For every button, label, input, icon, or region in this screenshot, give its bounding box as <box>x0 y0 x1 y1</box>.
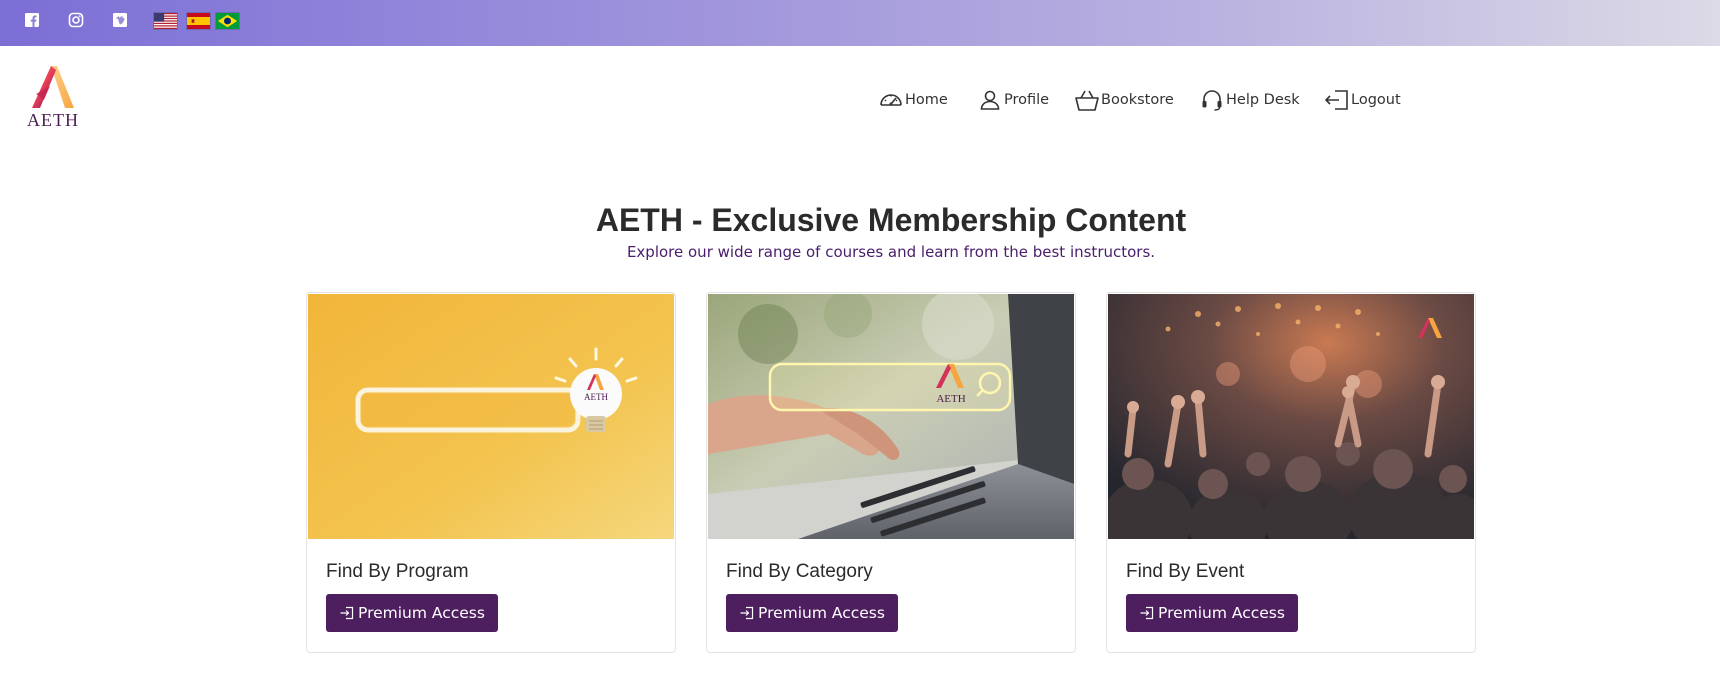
top-bar <box>0 0 1720 46</box>
nav-help-desk[interactable]: Help Desk <box>1199 86 1300 114</box>
logout-icon <box>1325 90 1348 110</box>
premium-access-label: Premium Access <box>1158 604 1285 622</box>
nav-profile[interactable]: Profile <box>977 86 1049 114</box>
flag-us-icon[interactable] <box>153 12 178 30</box>
premium-access-label: Premium Access <box>358 604 485 622</box>
nav-logout-label: Logout <box>1351 92 1401 108</box>
card-find-by-category: AETH Find By Category Premium Access <box>706 292 1076 653</box>
basket-icon <box>1075 90 1099 111</box>
card-title: Find By Category <box>726 561 873 582</box>
program-image-caption: AETH <box>584 392 608 402</box>
card-program-image: AETH <box>308 294 674 539</box>
facebook-icon[interactable] <box>24 12 40 28</box>
logo-wordmark: AETH <box>27 110 79 130</box>
flag-es-icon[interactable] <box>186 12 211 30</box>
page-title: AETH - Exclusive Membership Content <box>595 202 1187 238</box>
login-icon <box>340 606 354 620</box>
site-header: AETH Home Profile Bookstore Help Desk Lo… <box>0 46 1720 154</box>
card-category-image: AETH <box>708 294 1074 539</box>
person-icon <box>980 90 1000 110</box>
category-image-caption: AETH <box>936 393 965 405</box>
vimeo-icon[interactable] <box>112 12 128 28</box>
card-title: Find By Program <box>326 561 469 582</box>
headset-icon <box>1202 90 1222 111</box>
flag-br-icon[interactable] <box>215 12 240 30</box>
nav-help-desk-label: Help Desk <box>1226 92 1300 108</box>
nav-home[interactable]: Home <box>878 86 948 114</box>
login-icon <box>740 606 754 620</box>
nav-logout[interactable]: Logout <box>1324 86 1401 114</box>
premium-access-button[interactable]: Premium Access <box>726 594 898 632</box>
card-find-by-program: AETH Find By Program Premium Access <box>306 292 676 653</box>
card-event-image <box>1108 294 1474 539</box>
nav-home-label: Home <box>905 92 948 108</box>
premium-access-button[interactable]: Premium Access <box>326 594 498 632</box>
page-subtitle: Explore our wide range of courses and le… <box>626 243 1156 261</box>
card-title: Find By Event <box>1126 561 1245 582</box>
card-find-by-event: Find By Event Premium Access <box>1106 292 1476 653</box>
instagram-icon[interactable] <box>68 12 84 28</box>
login-icon <box>1140 606 1154 620</box>
speedometer-icon <box>880 94 902 106</box>
aeth-logo[interactable]: AETH <box>24 64 82 136</box>
nav-profile-label: Profile <box>1004 92 1050 108</box>
nav-bookstore-label: Bookstore <box>1101 92 1174 108</box>
premium-access-button[interactable]: Premium Access <box>1126 594 1298 632</box>
premium-access-label: Premium Access <box>758 604 885 622</box>
nav-bookstore[interactable]: Bookstore <box>1074 86 1174 114</box>
